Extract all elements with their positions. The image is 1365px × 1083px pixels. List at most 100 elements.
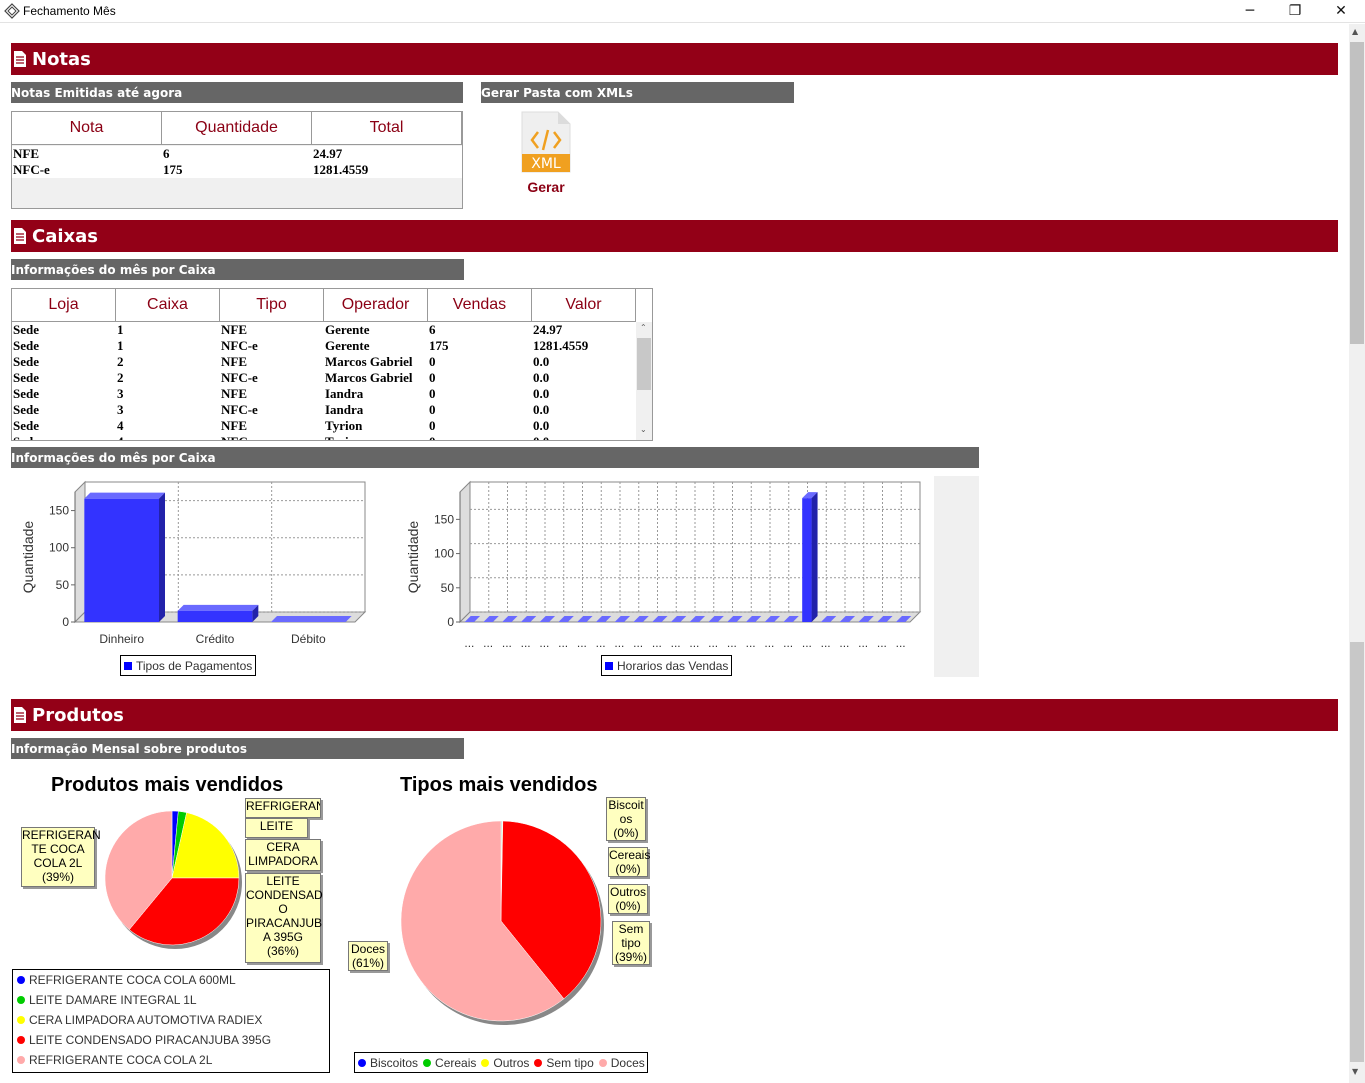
column-header[interactable]: Operador: [324, 289, 428, 321]
pie-callout: Biscoit os (0%): [606, 797, 646, 841]
x-tick-label: Débito: [291, 632, 326, 646]
table-cell: Sede: [13, 402, 39, 417]
scroll-up-icon[interactable]: ⌃: [640, 323, 647, 332]
notas-table: Nota Quantidade Total NFE 6 24.97 NFC-e …: [11, 111, 463, 209]
legend-item: Outros: [481, 1056, 529, 1070]
legend-dot: [17, 1056, 25, 1064]
table-row[interactable]: Sede 3 NFE Iandra 0 0.0: [12, 386, 636, 402]
table-cell: 24.97: [533, 322, 563, 337]
legend-label: Biscoitos: [370, 1055, 419, 1070]
column-header[interactable]: Quantidade: [162, 112, 312, 144]
table-row[interactable]: Sede 3 NFC-e Iandra 0 0.0: [12, 402, 636, 418]
plot-side-wall: [74, 480, 86, 624]
table-cell: 4: [116, 434, 220, 440]
table-row[interactable]: Sede 1 NFE Gerente 6 24.97: [12, 322, 636, 338]
document-icon: [14, 51, 26, 67]
bar-top: [84, 492, 165, 499]
table-cell: 2: [117, 370, 124, 385]
scroll-thumb[interactable]: [637, 338, 651, 390]
window-titlebar: Fechamento Mês ─ ❐ ✕: [0, 0, 1365, 23]
table-cell: Sede: [13, 370, 39, 385]
scroll-up-icon[interactable]: ▲: [1352, 27, 1358, 36]
table-row[interactable]: NFE 6 24.97: [12, 146, 462, 162]
charts-subtitle: Informações do mês por Caixa: [11, 447, 979, 468]
table-cell: 1281.4559: [533, 338, 589, 353]
column-header[interactable]: Caixa: [116, 289, 220, 321]
legend-label: Horarios das Vendas: [617, 658, 729, 673]
x-tick-label: ...: [614, 636, 624, 650]
legend-item: CERA LIMPADORA AUTOMOTIVA RADIEX: [17, 1013, 325, 1033]
table-cell: 3: [117, 386, 124, 401]
column-header[interactable]: Tipo: [220, 289, 324, 321]
table-cell: NFC-e: [221, 402, 258, 417]
legend-label: REFRIGERANTE COCA COLA 600ML: [29, 973, 236, 987]
x-tick-label: ...: [783, 636, 793, 650]
pie-title: Produtos mais vendidos: [51, 774, 284, 796]
legend-item: Biscoitos: [358, 1056, 418, 1070]
table-row[interactable]: Sede 1 NFC-e Gerente 175 1281.4559: [12, 338, 636, 354]
column-header[interactable]: Vendas: [428, 289, 532, 321]
bar: [802, 498, 812, 622]
legend-dot: [481, 1058, 490, 1067]
xml-file-icon: XML: [521, 111, 571, 173]
legend-dot: [17, 976, 25, 984]
generate-xml-button[interactable]: XML Gerar: [518, 110, 574, 198]
column-header[interactable]: Nota: [12, 112, 162, 144]
section-title: Produtos: [32, 704, 124, 726]
pie-callout: Cereais (0%): [608, 847, 651, 877]
pie-callout: LEITE CONDENSAD O PIRACANJUB A 395G (36%…: [245, 873, 323, 963]
legend-label: Doces: [610, 1055, 645, 1070]
section-produtos: Produtos: [11, 699, 1338, 731]
column-header[interactable]: Loja: [12, 289, 116, 321]
x-tick-label: ...: [633, 636, 643, 650]
pie-callout: REFRIGERAN TE COCA COLA 2L (39%): [21, 827, 101, 887]
table-row[interactable]: Sede 4 NFE Tyrion 0 0.0: [12, 418, 636, 434]
table-cell: 0: [429, 402, 436, 417]
y-tick-label: 100: [49, 541, 69, 555]
column-header[interactable]: Valor: [532, 289, 636, 321]
table-scrollbar[interactable]: ⌃ ⌄: [636, 322, 652, 440]
restore-button[interactable]: ❐: [1272, 0, 1318, 22]
xml-subtitle: Gerar Pasta com XMLs: [481, 82, 794, 103]
sales-hours-chart: 0 50 100 150 Quantidade.....................…: [405, 480, 922, 650]
table-cell: Sede: [12, 434, 116, 440]
scroll-thumb[interactable]: [1350, 42, 1364, 344]
legend-label: LEITE CONDENSADO PIRACANJUBA 395G: [29, 1033, 272, 1047]
table-cell: Sede: [13, 354, 39, 369]
x-tick-label: ...: [558, 636, 568, 650]
x-tick-label: ...: [877, 636, 887, 650]
table-row[interactable]: NFC-e 175 1281.4559: [12, 162, 462, 178]
table-row[interactable]: Sede 2 NFE Marcos Gabriel 0 0.0: [12, 354, 636, 370]
legend-item: Cereais: [423, 1056, 476, 1070]
y-tick-label: 150: [434, 512, 454, 526]
table-cell: 0.0: [533, 386, 550, 401]
scroll-down-icon[interactable]: ⌄: [640, 425, 647, 434]
table-cell: 0.0: [533, 402, 550, 417]
bar: [84, 498, 159, 622]
legend-label: Cereais: [435, 1055, 477, 1070]
table-cell: Sede: [13, 322, 39, 337]
table-cell: 0.0: [532, 434, 636, 440]
table-cell: 0.0: [533, 354, 550, 369]
x-tick-label: ...: [821, 636, 831, 650]
minimize-button[interactable]: ─: [1227, 0, 1273, 22]
scroll-down-icon[interactable]: ▼: [1352, 1067, 1358, 1076]
bar-side: [159, 492, 165, 622]
x-tick-label: ...: [896, 636, 906, 650]
table-cell: 0: [429, 354, 436, 369]
x-tick-label: ...: [521, 636, 531, 650]
table-cell: Tyrion: [324, 434, 428, 440]
table-row[interactable]: Sede4NFC-eTyrion00.0: [12, 434, 636, 440]
close-button[interactable]: ✕: [1318, 0, 1364, 22]
y-tick-label: 0: [62, 615, 69, 629]
legend-label: LEITE DAMARE INTEGRAL 1L: [29, 993, 197, 1007]
main-scrollbar[interactable]: ▲ ▼: [1349, 24, 1365, 1083]
table-cell: 6: [429, 322, 436, 337]
column-header[interactable]: Total: [312, 112, 462, 144]
legend-label: REFRIGERANTE COCA COLA 2L: [29, 1053, 213, 1067]
table-row[interactable]: Sede 2 NFC-e Marcos Gabriel 0 0.0: [12, 370, 636, 386]
table-cell: Gerente: [325, 338, 370, 353]
legend-dot: [17, 996, 25, 1004]
y-tick-label: 150: [49, 504, 69, 518]
legend-label: CERA LIMPADORA AUTOMOTIVA RADIEX: [29, 1013, 263, 1027]
